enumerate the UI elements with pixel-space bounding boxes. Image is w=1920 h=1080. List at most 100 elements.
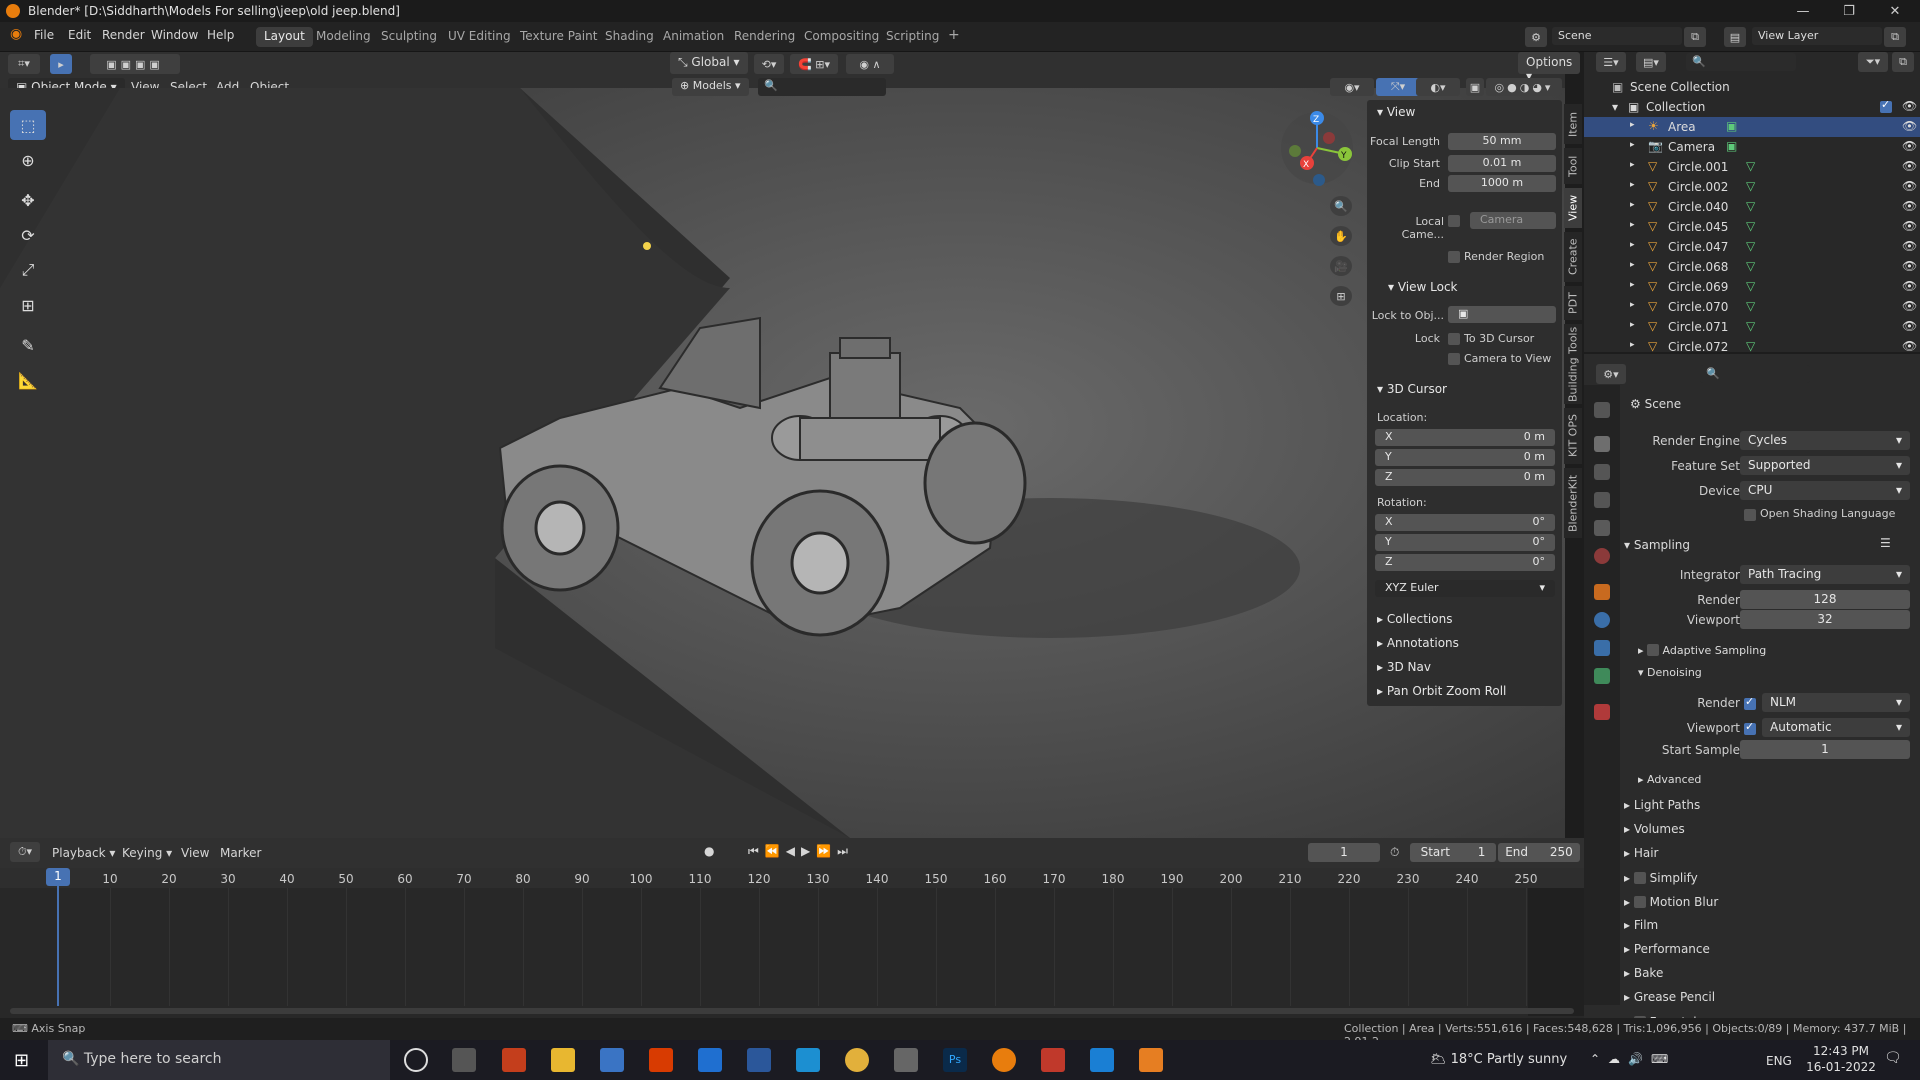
local-camera-field[interactable]: Camera (1470, 212, 1556, 229)
expand-arrow-icon[interactable]: ▸ (1630, 160, 1635, 170)
eye-icon[interactable]: 👁 (1902, 339, 1917, 353)
app4-icon[interactable] (1090, 1048, 1114, 1072)
object-data-icon[interactable]: ▣ (1726, 139, 1737, 153)
transform-tool-icon[interactable]: ⊞ (10, 290, 46, 320)
outliner-item[interactable]: ▸ 📷 Camera ▣ 👁 (1584, 137, 1920, 157)
advanced-panel[interactable]: ▸ Advanced (1638, 773, 1701, 786)
navigation-gizmo[interactable]: Z Y X (1275, 108, 1365, 188)
properties-section[interactable]: ▸ Grease Pencil (1624, 990, 1715, 1004)
mesh-data-icon[interactable]: ▽ (1746, 339, 1755, 353)
pan-hand-icon[interactable]: ✋ (1330, 226, 1352, 246)
eye-icon[interactable]: 👁 (1902, 199, 1917, 213)
clock-time[interactable]: 12:43 PM (1806, 1044, 1876, 1058)
outliner-item[interactable]: ▸ ▽ Circle.040 ▽ 👁 (1584, 197, 1920, 217)
section-checkbox[interactable] (1633, 872, 1646, 884)
panel-annotations[interactable]: ▸ Annotations (1377, 636, 1459, 650)
properties-editor-icon[interactable]: ⚙▾ (1596, 364, 1626, 384)
tab-texture-paint[interactable]: Texture Paint (512, 27, 605, 47)
visibility-overlay-icon[interactable]: ◉▾ (1330, 78, 1374, 96)
overlays-icon[interactable]: ◐▾ (1416, 78, 1460, 96)
proportional-editing-icon[interactable]: ◉ ∧ (846, 54, 894, 74)
collection-checkbox[interactable] (1880, 98, 1892, 113)
mesh-data-icon[interactable]: ▽ (1746, 219, 1755, 233)
eye-icon[interactable]: 👁 (1902, 179, 1917, 193)
zoom-icon[interactable]: 🔍 (1330, 196, 1352, 216)
chrome-icon[interactable] (845, 1048, 869, 1072)
tab-view[interactable]: View (1564, 188, 1582, 228)
outliner-search-input[interactable]: 🔍 (1686, 53, 1796, 71)
object-tab-icon[interactable] (1594, 584, 1610, 600)
select-mode-icons[interactable]: ▣▣▣▣ (90, 54, 180, 74)
outliner-item[interactable]: ▸ ☀ Area ▣ 👁 (1584, 117, 1920, 137)
minimize-icon[interactable]: — (1780, 0, 1826, 22)
mesh-data-icon[interactable]: ▽ (1746, 279, 1755, 293)
timeline-editor-icon[interactable]: ⏱▾ (10, 842, 40, 862)
osl-checkbox[interactable] (1744, 509, 1756, 521)
tab-blenderkit[interactable]: BlenderKit (1564, 468, 1582, 538)
data-tab-icon[interactable] (1594, 668, 1610, 684)
timeline-scrollbar[interactable] (10, 1008, 1574, 1014)
new-collection-icon[interactable]: ⧉ (1892, 52, 1914, 72)
scene-tab-icon[interactable] (1594, 520, 1610, 536)
transform-orientation-dropdown[interactable]: ⤡ Global ▾ (670, 52, 748, 74)
add-workspace-icon[interactable]: + (940, 27, 968, 47)
sampling-panel[interactable]: ▾ Sampling (1624, 538, 1690, 552)
start-frame-field[interactable]: Start 1 (1410, 843, 1496, 862)
timeline[interactable] (0, 868, 1584, 1018)
end-frame-field[interactable]: End 250 (1498, 843, 1580, 862)
scene-selector[interactable]: Scene (1552, 27, 1682, 45)
menu-window[interactable]: Window (151, 28, 198, 42)
denoising-panel[interactable]: ▾ Denoising (1638, 666, 1702, 679)
close-icon[interactable]: ✕ (1872, 0, 1918, 22)
properties-section[interactable]: ▸ Film (1624, 918, 1658, 932)
presets-list-icon[interactable]: ☰ (1880, 536, 1891, 550)
menu-file[interactable]: File (34, 28, 54, 42)
preview-range-icon[interactable]: ⏱ (1390, 845, 1399, 860)
panel-collections[interactable]: ▸ Collections (1377, 612, 1452, 626)
cursor-location-y[interactable]: Y 0 m (1375, 449, 1555, 466)
eye-icon[interactable]: 👁 (1902, 239, 1917, 253)
outliner-item[interactable]: ▸ ▽ Circle.001 ▽ 👁 (1584, 157, 1920, 177)
expand-arrow-icon[interactable]: ▸ (1630, 260, 1635, 270)
pivot-icon[interactable]: ⟲▾ (754, 54, 784, 74)
outliner-item[interactable]: ▸ ▽ Circle.002 ▽ 👁 (1584, 177, 1920, 197)
timeline-menu-playback[interactable]: Playback ▾ (52, 846, 115, 860)
eye-icon[interactable]: 👁 (1902, 319, 1917, 333)
cursor-location-z[interactable]: Z 0 m (1375, 469, 1555, 486)
tab-shading[interactable]: Shading (597, 27, 662, 47)
outliner-item[interactable]: ▸ ▽ Circle.047 ▽ 👁 (1584, 237, 1920, 257)
camera-to-view-checkbox[interactable] (1448, 353, 1460, 365)
select-tool-icon[interactable]: ▸ (50, 54, 72, 74)
tab-create[interactable]: Create (1564, 232, 1582, 282)
section-checkbox[interactable] (1633, 896, 1646, 908)
expand-arrow-icon[interactable]: ▸ (1630, 300, 1635, 310)
clip-start-field[interactable]: 0.01 m (1448, 155, 1556, 172)
outliner-item[interactable]: ▸ ▽ Circle.069 ▽ 👁 (1584, 277, 1920, 297)
render-engine-dropdown[interactable]: Cycles ▾ (1740, 431, 1910, 450)
restore-icon[interactable]: ❐ (1826, 0, 1872, 22)
new-view-layer-icon[interactable]: ⧉ (1884, 27, 1906, 47)
cursor-tool-icon[interactable]: ⊕ (10, 145, 46, 175)
expand-arrow-icon[interactable]: ▸ (1630, 280, 1635, 290)
expand-arrow-icon[interactable]: ▸ (1630, 140, 1635, 150)
store-icon[interactable] (600, 1048, 624, 1072)
tab-sculpting[interactable]: Sculpting (373, 27, 445, 47)
tab-pdt[interactable]: PDT (1564, 286, 1582, 320)
word-icon[interactable] (747, 1048, 771, 1072)
mesh-data-icon[interactable]: ▽ (1746, 179, 1755, 193)
playhead[interactable]: 1 (46, 868, 70, 886)
panel-3d-cursor-title[interactable]: ▾ 3D Cursor (1377, 382, 1447, 396)
view-lock-title[interactable]: ▾ View Lock (1388, 280, 1458, 294)
annotate-tool-icon[interactable]: ✎ (10, 330, 46, 360)
denoise-render-checkbox[interactable] (1744, 695, 1756, 710)
system-tray-icons[interactable]: ⌃☁🔊⌨ (1590, 1052, 1676, 1066)
menu-help[interactable]: Help (207, 28, 234, 42)
tab-tool[interactable]: Tool (1564, 148, 1582, 184)
auto-keying-icon[interactable]: ● (704, 844, 714, 858)
outliner-item[interactable]: ▸ ▽ Circle.071 ▽ 👁 (1584, 317, 1920, 337)
timeline-menu-view[interactable]: View (181, 846, 209, 860)
expand-arrow-icon[interactable]: ▸ (1630, 340, 1635, 350)
expand-arrow-icon[interactable]: ▸ (1630, 240, 1635, 250)
timeline-menu-marker[interactable]: Marker (220, 846, 261, 860)
mesh-data-icon[interactable]: ▽ (1746, 259, 1755, 273)
